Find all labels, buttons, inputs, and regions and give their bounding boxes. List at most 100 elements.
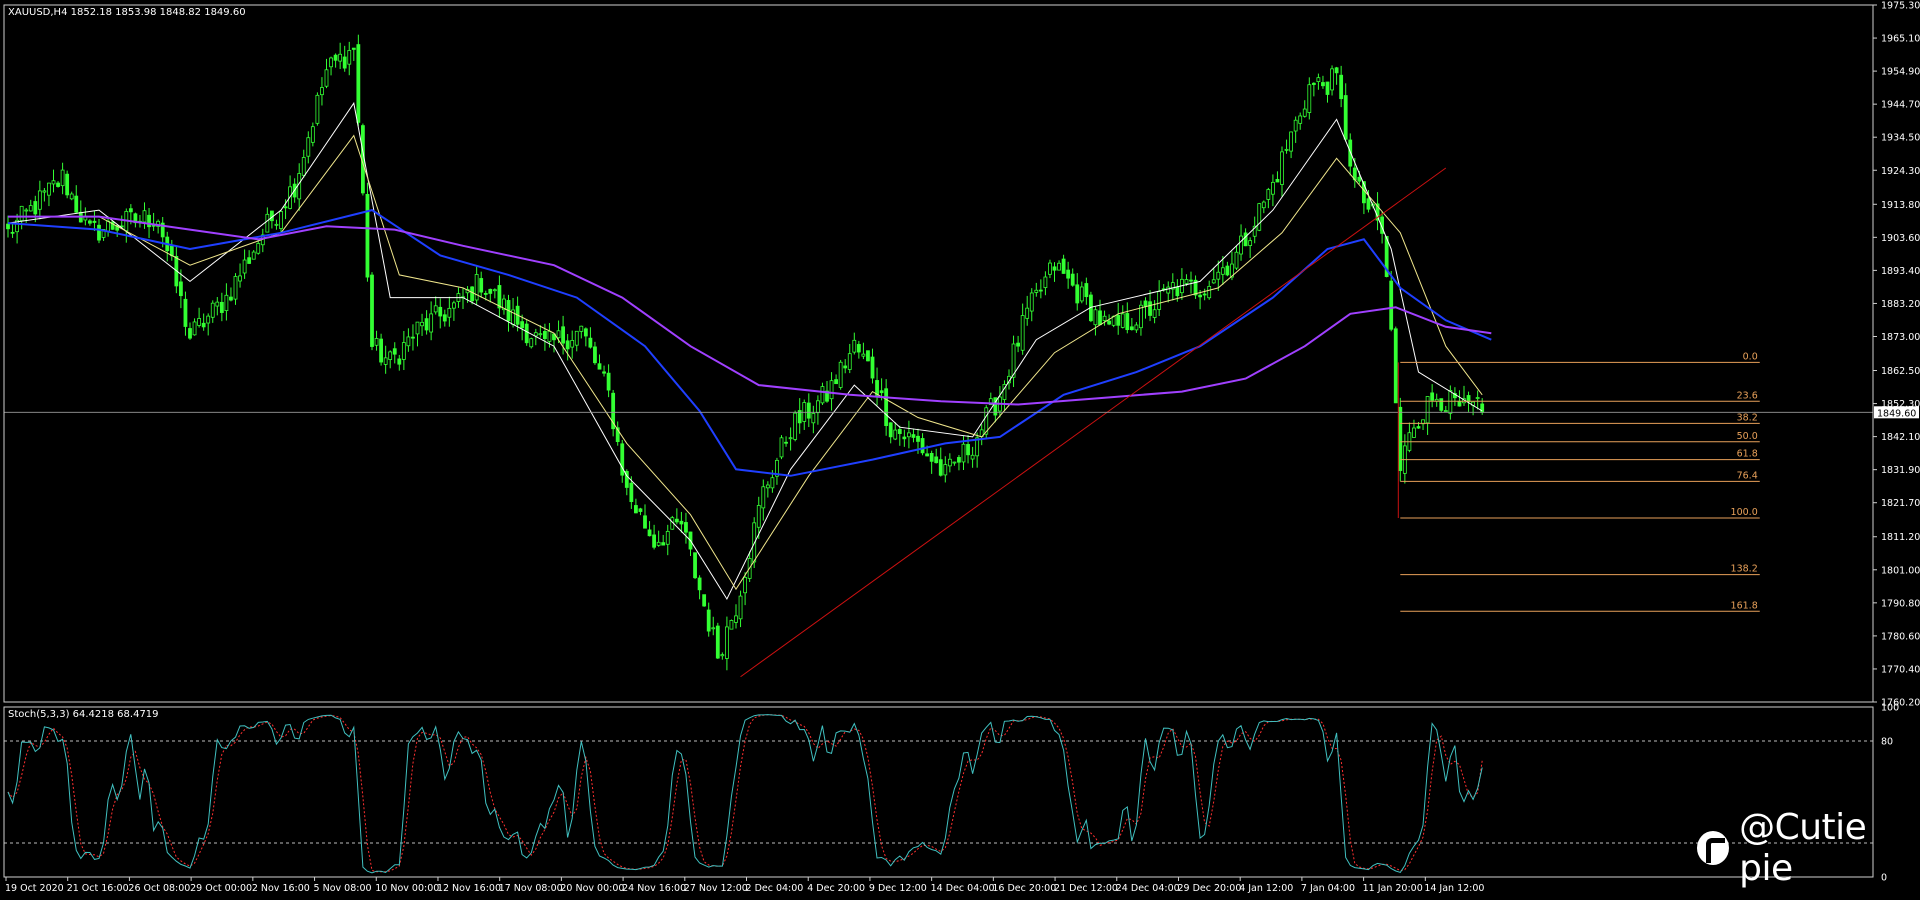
candle-body bbox=[1020, 315, 1025, 351]
y-tick-label: 1821.70 bbox=[1881, 498, 1920, 509]
candle-body bbox=[547, 330, 552, 342]
y-tick-label: 1862.50 bbox=[1881, 366, 1920, 377]
candle-body bbox=[665, 531, 670, 545]
candle-body bbox=[888, 422, 893, 438]
candle-body bbox=[1280, 151, 1284, 185]
candle-body bbox=[329, 57, 333, 68]
candle-body bbox=[1448, 390, 1453, 414]
candle-body bbox=[583, 328, 588, 337]
candle-body bbox=[1075, 284, 1080, 304]
candle-body bbox=[1098, 310, 1102, 326]
candle-body bbox=[788, 437, 793, 440]
candle-body bbox=[934, 456, 939, 464]
x-tick-label: 16 Dec 20:00 bbox=[992, 883, 1056, 894]
candle-body bbox=[1220, 267, 1225, 275]
candle-body bbox=[579, 325, 584, 332]
y-tick-label: 1760.20 bbox=[1881, 698, 1920, 709]
x-tick-label: 24 Dec 04:00 bbox=[1116, 883, 1180, 894]
candle-body bbox=[497, 285, 502, 309]
candle-body bbox=[679, 520, 684, 525]
candle-body bbox=[1293, 119, 1298, 132]
candle-body bbox=[24, 209, 29, 212]
candle-body bbox=[1425, 396, 1430, 424]
fib-level-label: 0.0 bbox=[1743, 351, 1758, 362]
x-tick-label: 26 Oct 08:00 bbox=[128, 883, 190, 894]
candle-body bbox=[1129, 326, 1134, 331]
candle-body bbox=[734, 615, 738, 623]
candle-body bbox=[966, 444, 970, 456]
candle-body bbox=[1239, 235, 1243, 255]
candle-body bbox=[866, 350, 870, 362]
trading-chart: 0.0 23.6 38.2 50.0 61.8 76.4 100.0 138.2 161.8 1… bbox=[0, 0, 1920, 900]
chart-background bbox=[0, 0, 1920, 900]
candle-body bbox=[28, 205, 33, 212]
candle-body bbox=[1102, 315, 1107, 321]
fib-level-label: 23.6 bbox=[1737, 390, 1758, 401]
candle-body bbox=[169, 245, 174, 257]
candle-body bbox=[1157, 291, 1162, 310]
candle-body bbox=[811, 413, 816, 424]
candle-body bbox=[492, 289, 497, 292]
candle-body bbox=[961, 443, 966, 463]
candle-body bbox=[60, 169, 65, 187]
candle-body bbox=[543, 331, 547, 339]
candle-body bbox=[1034, 289, 1039, 293]
candle-body bbox=[47, 182, 51, 196]
candle-body bbox=[1143, 300, 1148, 307]
candle-body bbox=[843, 365, 848, 369]
candle-body bbox=[1198, 294, 1202, 298]
candle-body bbox=[538, 333, 543, 336]
candle-body bbox=[593, 346, 597, 364]
y-tick-label: 1790.80 bbox=[1881, 598, 1920, 609]
candle-body bbox=[661, 542, 666, 546]
x-tick-label: 4 Dec 20:00 bbox=[807, 883, 865, 894]
candle-body bbox=[438, 306, 443, 317]
candle-body bbox=[957, 457, 961, 463]
candle-body bbox=[1307, 84, 1312, 113]
candle-body bbox=[1025, 307, 1030, 319]
candle-body bbox=[297, 173, 302, 200]
candle-body bbox=[1120, 313, 1125, 328]
candle-body bbox=[1275, 179, 1280, 183]
candle-body bbox=[401, 342, 406, 360]
y-tick-label: 1801.00 bbox=[1881, 565, 1920, 576]
candle-body bbox=[338, 53, 343, 62]
candle-body bbox=[588, 337, 593, 348]
candle-body bbox=[1066, 269, 1071, 279]
candle-body bbox=[242, 259, 247, 274]
candle-body bbox=[1243, 232, 1248, 247]
x-tick-label: 17 Nov 08:00 bbox=[499, 883, 563, 894]
y-tick-label: 1770.40 bbox=[1881, 664, 1920, 675]
candle-body bbox=[893, 429, 898, 440]
x-tick-label: 24 Nov 16:00 bbox=[622, 883, 686, 894]
candle-body bbox=[1393, 328, 1398, 404]
candle-body bbox=[1134, 324, 1139, 331]
candle-body bbox=[1093, 309, 1098, 326]
candle-body bbox=[429, 313, 434, 333]
candle-body bbox=[920, 438, 925, 454]
candle-body bbox=[1166, 286, 1171, 294]
candle-body bbox=[1357, 176, 1362, 182]
candle-body bbox=[19, 205, 24, 222]
candle-body bbox=[1116, 314, 1121, 326]
candle-body bbox=[1298, 115, 1303, 124]
candle-body bbox=[192, 321, 197, 336]
candle-body bbox=[333, 54, 338, 61]
x-tick-label: 2 Dec 04:00 bbox=[746, 883, 804, 894]
candle-body bbox=[74, 195, 79, 213]
candle-body bbox=[852, 339, 857, 353]
candle-body bbox=[1216, 271, 1221, 280]
candle-body bbox=[779, 437, 784, 458]
candle-body bbox=[1457, 400, 1462, 407]
candle-body bbox=[574, 330, 579, 346]
candle-body bbox=[442, 314, 447, 322]
candle-body bbox=[761, 486, 766, 509]
candle-body bbox=[870, 356, 875, 379]
y-tick-label: 1944.70 bbox=[1881, 100, 1920, 111]
candle-body bbox=[879, 390, 884, 394]
y-tick-label: 1893.40 bbox=[1881, 266, 1920, 277]
candle-body bbox=[684, 522, 688, 533]
candle-body bbox=[1284, 148, 1289, 151]
candle-body bbox=[370, 274, 374, 347]
candle-body bbox=[451, 302, 456, 309]
